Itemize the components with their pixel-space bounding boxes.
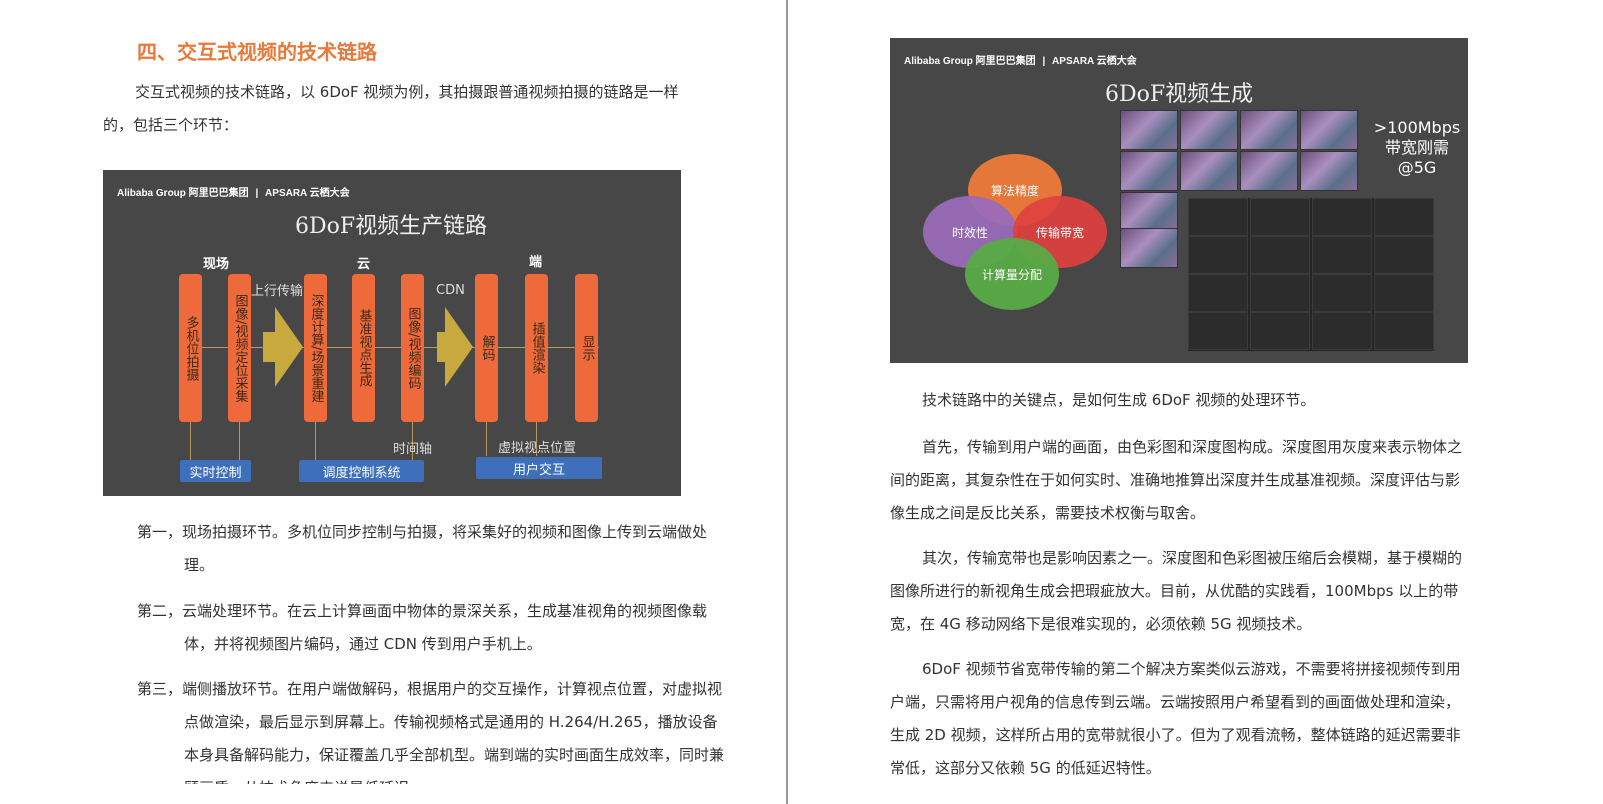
depth-thumbnail <box>1312 236 1372 274</box>
stage-device: 端 <box>529 255 543 270</box>
list-item-label: 第二， <box>137 602 183 620</box>
pill-image-capture: 图像/视频定位采集 <box>228 274 251 422</box>
pill-base-viewpoint: 基准视点生成 <box>352 274 375 422</box>
color-thumbnail <box>1300 110 1358 150</box>
depth-thumbnail <box>1312 198 1372 236</box>
upload-arrow <box>275 307 303 387</box>
color-thumbnail <box>1120 110 1178 150</box>
color-thumbnail <box>1120 192 1178 232</box>
depth-thumbnail <box>1250 312 1310 350</box>
pill-display: 显示 <box>575 274 598 422</box>
list-item-text: 云端处理环节。在云上计算画面中物体的景深关系，生成基准视角的视频图像载体，并将视… <box>182 602 708 653</box>
depth-thumbnail <box>1250 274 1310 312</box>
color-thumbnail <box>1240 151 1298 191</box>
connector-line <box>239 422 240 460</box>
alibaba-logo: Alibaba Group 阿里巴巴集团 | APSARA 云栖大会 <box>904 56 1137 67</box>
list-item-label: 第一， <box>137 523 183 541</box>
list-item: 第一，现场拍摄环节。多机位同步控制与拍摄，将采集好的视频和图像上传到云端做处理。 <box>137 516 730 582</box>
list-item-text: 端侧播放环节。在用户端做解码，根据用户的交互操作，计算视点位置，对虚拟视点做渲染… <box>182 680 725 784</box>
color-thumbnail <box>1180 151 1238 191</box>
alibaba-group-logo-text: Alibaba Group 阿里巴巴集团 <box>117 188 249 199</box>
list-item: 第二，云端处理环节。在云上计算画面中物体的景深关系，生成基准视角的视频图像载体，… <box>137 595 730 661</box>
stage-onsite: 现场 <box>203 257 230 272</box>
intro-paragraph: 交互式视频的技术链路，以 6DoF 视频为例，其拍摄跟普通视频拍摄的链路是一样的… <box>103 83 679 134</box>
cdn-arrow <box>445 307 473 387</box>
virtual-viewpoint-label: 虚拟视点位置 <box>498 441 577 456</box>
cdn-arrow-body <box>437 332 445 362</box>
section-heading: 四、交互式视频的技术链路 <box>137 40 377 64</box>
production-chain-slide: Alibaba Group 阿里巴巴集团 | APSARA 云栖大会 6DoF视… <box>103 170 681 496</box>
alibaba-group-logo-text: Alibaba Group 阿里巴巴集团 <box>904 56 1036 67</box>
apsara-logo-text: APSARA 云栖大会 <box>265 188 350 199</box>
depth-thumbnail <box>1312 274 1372 312</box>
circle-compute-allocation: 计算量分配 <box>965 238 1059 310</box>
generation-slide: Alibaba Group 阿里巴巴集团 | APSARA 云栖大会 6DoF视… <box>890 38 1468 363</box>
color-thumbnail <box>1180 110 1238 150</box>
list-item-text: 现场拍摄环节。多机位同步控制与拍摄，将采集好的视频和图像上传到云端做处理。 <box>182 523 708 574</box>
connector-line <box>190 422 191 460</box>
pill-encoding: 图像/视频编码 <box>401 274 424 422</box>
slide-title: 6DoF视频生产链路 <box>295 214 488 239</box>
depth-thumbnail <box>1188 312 1248 350</box>
depth-thumbnail <box>1188 236 1248 274</box>
slide-title: 6DoF视频生成 <box>1105 82 1254 107</box>
alibaba-logo: Alibaba Group 阿里巴巴集团 | APSARA 云栖大会 <box>117 188 350 199</box>
connector-line <box>486 422 487 456</box>
depth-thumbnail <box>1250 198 1310 236</box>
depth-thumbnail <box>1374 198 1434 236</box>
color-thumbnail <box>1300 151 1358 191</box>
scheduling-system-box: 调度控制系统 <box>299 460 424 482</box>
page-divider <box>786 0 788 804</box>
list-item: 第三，端侧播放环节。在用户端做解码，根据用户的交互操作，计算视点位置，对虚拟视点… <box>137 673 730 784</box>
depth-thumbnail <box>1374 236 1434 274</box>
pill-depth-compute: 深度计算/场景重建 <box>304 274 327 422</box>
stage-cloud: 云 <box>357 257 371 272</box>
upload-label: 上行传输 <box>251 284 304 299</box>
color-thumbnail <box>1240 110 1298 150</box>
user-interaction-box: 用户交互 <box>476 457 602 479</box>
depth-image-grid <box>1188 198 1434 351</box>
connector-line <box>315 422 316 460</box>
depth-thumbnail <box>1188 198 1248 236</box>
depth-thumbnail <box>1250 236 1310 274</box>
list-item-label: 第三， <box>137 680 183 698</box>
depth-thumbnail <box>1312 312 1372 350</box>
color-thumbnail <box>1120 228 1178 268</box>
depth-thumbnail <box>1374 312 1434 350</box>
depth-thumbnail <box>1188 274 1248 312</box>
body-paragraph: 技术链路中的关键点，是如何生成 6DoF 视频的处理环节。 <box>922 391 1316 409</box>
body-paragraph: 首先，传输到用户端的画面，由色彩图和深度图构成。深度图用灰度来表示物体之间的距离… <box>890 438 1463 522</box>
color-thumbnail <box>1120 151 1178 191</box>
upload-arrow-body <box>263 332 275 362</box>
body-paragraph: 其次，传输宽带也是影响因素之一。深度图和色彩图被压缩后会模糊，基于模糊的图像所进… <box>890 549 1463 633</box>
cdn-label: CDN <box>436 283 465 298</box>
timeline-label: 时间轴 <box>393 442 433 457</box>
pill-decode: 解码 <box>475 274 498 422</box>
body-paragraph: 6DoF 视频节省宽带传输的第二个解决方案类似云游戏，不需要将拼接视频传到用户端… <box>890 660 1461 777</box>
depth-thumbnail <box>1374 274 1434 312</box>
apsara-logo-text: APSARA 云栖大会 <box>1052 56 1137 67</box>
bandwidth-requirement: >100Mbps 带宽刚需 @5G <box>1373 118 1461 177</box>
realtime-control-box: 实时控制 <box>180 460 251 482</box>
pill-interpolation: 插值渲染 <box>525 274 548 422</box>
clip-region: 第三，端侧播放环节。在用户端做解码，根据用户的交互操作，计算视点位置，对虚拟视点… <box>0 673 786 784</box>
pill-multi-camera: 多机位拍摄 <box>179 274 202 422</box>
